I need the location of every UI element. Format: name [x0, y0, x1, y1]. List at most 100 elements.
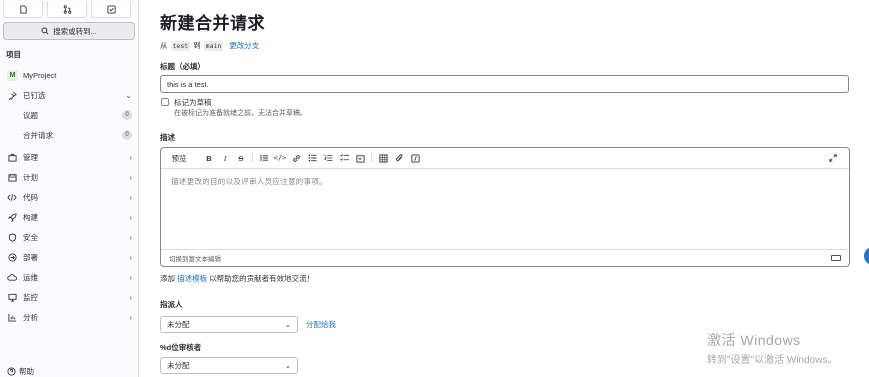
- sidebar-item-label: 监控: [23, 292, 38, 302]
- reviewer-select[interactable]: 未分配 ⌄: [160, 357, 298, 374]
- sidebar-item-label: 运维: [23, 272, 38, 282]
- bold-icon[interactable]: B: [201, 151, 217, 165]
- italic-icon[interactable]: I: [217, 151, 233, 165]
- tab-preview[interactable]: 预览: [169, 151, 189, 165]
- sidebar: 搜索或转到... 项目 M MyProject 已钉选 ⌄ 议题 0 合并请求 …: [0, 0, 139, 377]
- todo-shortcut-button[interactable]: [91, 1, 131, 18]
- calendar-icon: [7, 172, 17, 182]
- issue-icon: [19, 4, 27, 14]
- bullet-list-icon[interactable]: [304, 151, 320, 165]
- source-branch: test: [170, 40, 191, 51]
- sidebar-item-rocket[interactable]: 构建 ›: [0, 207, 138, 227]
- change-branches-link[interactable]: 更改分支: [229, 40, 259, 51]
- branch-info: 从 test 到 main 更改分支: [160, 40, 259, 51]
- sidebar-nav-groups: 管理 › 计划 › 代码 › 构建 › 安全 › 部署 › 运维 › 监控 › 分析 ›: [0, 147, 138, 327]
- link-icon[interactable]: [288, 151, 304, 165]
- collapsible-icon[interactable]: [352, 151, 368, 165]
- strikethrough-icon[interactable]: S: [233, 151, 249, 165]
- merge-requests-count-badge: 0: [122, 130, 132, 140]
- merge-request-icon: [63, 4, 71, 14]
- sidebar-item-deploy[interactable]: 部署 ›: [0, 247, 138, 267]
- chevron-right-icon: ›: [129, 192, 132, 202]
- markdown-icon: [831, 255, 841, 261]
- search-button[interactable]: 搜索或转到...: [3, 22, 135, 40]
- assignee-label: 指派人: [160, 300, 183, 309]
- pin-icon: [7, 90, 17, 100]
- branch-from-text: 从: [160, 41, 168, 50]
- todo-icon: [106, 4, 116, 14]
- draft-help-text: 在被标记为准备就绪之前，无法合并草稿。: [174, 110, 307, 117]
- code-icon[interactable]: </>: [272, 151, 288, 165]
- reviewers-label: %d位审核者: [160, 343, 202, 352]
- title-input[interactable]: this is a test.: [160, 75, 849, 93]
- reviewer-value: 未分配: [167, 361, 190, 370]
- task-list-icon[interactable]: [336, 151, 352, 165]
- switch-rich-text-button[interactable]: 切换到富文本编辑: [169, 253, 221, 263]
- chevron-down-icon: ⌄: [284, 320, 291, 329]
- template-hint-prefix: 添加: [160, 274, 175, 283]
- draft-checkbox[interactable]: [161, 98, 169, 106]
- issues-count-badge: 0: [122, 110, 132, 120]
- draft-option: 标记为草稿 在被标记为准备就绪之前，无法合并草稿。: [161, 97, 307, 118]
- description-template-hint: 添加 描述模板 以帮助您的贡献者有效地交流！: [160, 273, 314, 284]
- title-input-value: this is a test.: [167, 79, 209, 89]
- search-icon: [41, 27, 49, 35]
- sidebar-item-label: 构建: [23, 212, 38, 222]
- sidebar-item-merge-requests[interactable]: 合并请求 0: [0, 125, 138, 145]
- quick-actions-icon[interactable]: [407, 151, 423, 165]
- sidebar-item-label: 管理: [23, 152, 38, 162]
- monitor-icon: [7, 292, 17, 302]
- toolbar-divider: [252, 153, 253, 163]
- sidebar-item-label: 分析: [23, 312, 38, 322]
- sidebar-item-project[interactable]: M MyProject: [0, 65, 138, 85]
- chevron-right-icon: ›: [129, 292, 132, 302]
- sidebar-item-code[interactable]: 代码 ›: [0, 187, 138, 207]
- chevron-right-icon: ›: [129, 312, 132, 322]
- sidebar-item-shield[interactable]: 安全 ›: [0, 227, 138, 247]
- sidebar-item-label: 部署: [23, 252, 38, 262]
- branch-to-text: 到: [193, 41, 201, 50]
- assignee-select[interactable]: 未分配 ⌄: [160, 316, 298, 333]
- feedback-tab[interactable]: [864, 247, 869, 265]
- shield-icon: [7, 232, 17, 242]
- assignee-value: 未分配: [167, 320, 190, 329]
- attach-file-icon[interactable]: [391, 151, 407, 165]
- chevron-right-icon: ›: [129, 212, 132, 222]
- briefcase-icon: [7, 152, 17, 162]
- sidebar-item-label: 合并请求: [23, 130, 53, 140]
- quote-icon[interactable]: [256, 151, 272, 165]
- numbered-list-icon[interactable]: [320, 151, 336, 165]
- chevron-down-icon: ⌄: [284, 361, 291, 370]
- description-textarea[interactable]: 描述更改的目的以及评审人员应注意的事项。: [161, 169, 849, 194]
- merge-requests-shortcut-button[interactable]: [47, 1, 87, 18]
- page-title: 新建合并请求: [160, 14, 265, 33]
- sidebar-item-monitor[interactable]: 监控 ›: [0, 287, 138, 307]
- chevron-right-icon: ›: [129, 152, 132, 162]
- help-icon: [7, 367, 16, 376]
- chevron-right-icon: ›: [129, 172, 132, 182]
- sidebar-item-pinned[interactable]: 已钉选 ⌄: [0, 85, 138, 105]
- assign-to-me-link[interactable]: 分配给我: [306, 319, 336, 330]
- sidebar-section-title: 项目: [6, 50, 21, 59]
- chevron-right-icon: ›: [129, 272, 132, 282]
- sidebar-item-label: MyProject: [23, 70, 57, 80]
- chevron-right-icon: ›: [129, 232, 132, 242]
- sidebar-item-calendar[interactable]: 计划 ›: [0, 167, 138, 187]
- description-template-link[interactable]: 描述模板: [177, 274, 207, 283]
- cloud-icon: [7, 272, 17, 282]
- sidebar-item-cloud[interactable]: 运维 ›: [0, 267, 138, 287]
- rocket-icon: [7, 212, 17, 222]
- editor-toolbar: 预览 B I S </>: [161, 148, 849, 169]
- help-button[interactable]: 帮助: [7, 366, 34, 377]
- search-button-label: 搜索或转到...: [53, 26, 97, 36]
- sidebar-item-label: 计划: [23, 172, 38, 182]
- sidebar-item-briefcase[interactable]: 管理 ›: [0, 147, 138, 167]
- toolbar-divider: [371, 153, 372, 163]
- sidebar-item-chart[interactable]: 分析 ›: [0, 307, 138, 327]
- description-editor: 预览 B I S </> 描述更改的目的以及评审人员应注意的事项。 切换到富文本…: [160, 147, 850, 267]
- issues-shortcut-button[interactable]: [3, 1, 43, 18]
- sidebar-item-issues[interactable]: 议题 0: [0, 105, 138, 125]
- table-icon[interactable]: [375, 151, 391, 165]
- fullscreen-icon[interactable]: [825, 151, 841, 165]
- project-avatar: M: [7, 69, 18, 81]
